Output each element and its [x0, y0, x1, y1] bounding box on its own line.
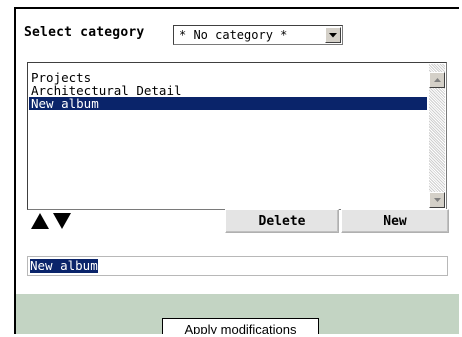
- album-name-value: New album: [30, 258, 98, 273]
- select-category-label: Select category: [24, 25, 145, 40]
- scroll-up-icon[interactable]: [429, 72, 445, 88]
- album-editor-panel: Select category * No category * Projects…: [14, 7, 459, 334]
- album-name-input[interactable]: New album: [27, 256, 448, 276]
- delete-button[interactable]: Delete: [225, 209, 339, 233]
- apply-modifications-button[interactable]: Apply modifications: [162, 318, 319, 334]
- move-up-icon[interactable]: [30, 211, 50, 231]
- category-select[interactable]: * No category *: [173, 25, 343, 45]
- new-button[interactable]: New: [341, 209, 449, 233]
- list-toolbar: Delete New: [27, 209, 449, 233]
- move-down-icon[interactable]: [52, 211, 72, 231]
- album-listbox[interactable]: Projects Architectural Detail New album: [27, 62, 447, 210]
- list-item-selected[interactable]: New album: [29, 97, 427, 110]
- category-select-value: * No category *: [179, 28, 288, 42]
- scroll-down-icon[interactable]: [429, 192, 445, 208]
- footer-bar: Apply modifications: [16, 294, 459, 334]
- chevron-down-icon[interactable]: [325, 27, 341, 43]
- list-scrollbar[interactable]: [429, 64, 445, 208]
- album-list: Projects Architectural Detail New album: [29, 71, 427, 110]
